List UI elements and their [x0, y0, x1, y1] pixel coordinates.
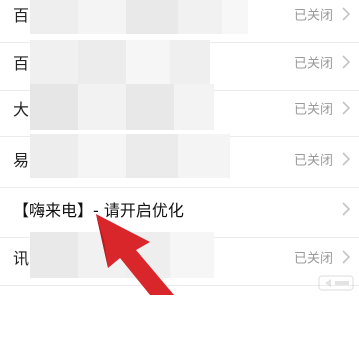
watermark-logo	[318, 275, 354, 291]
red-arrow-icon	[96, 214, 174, 295]
